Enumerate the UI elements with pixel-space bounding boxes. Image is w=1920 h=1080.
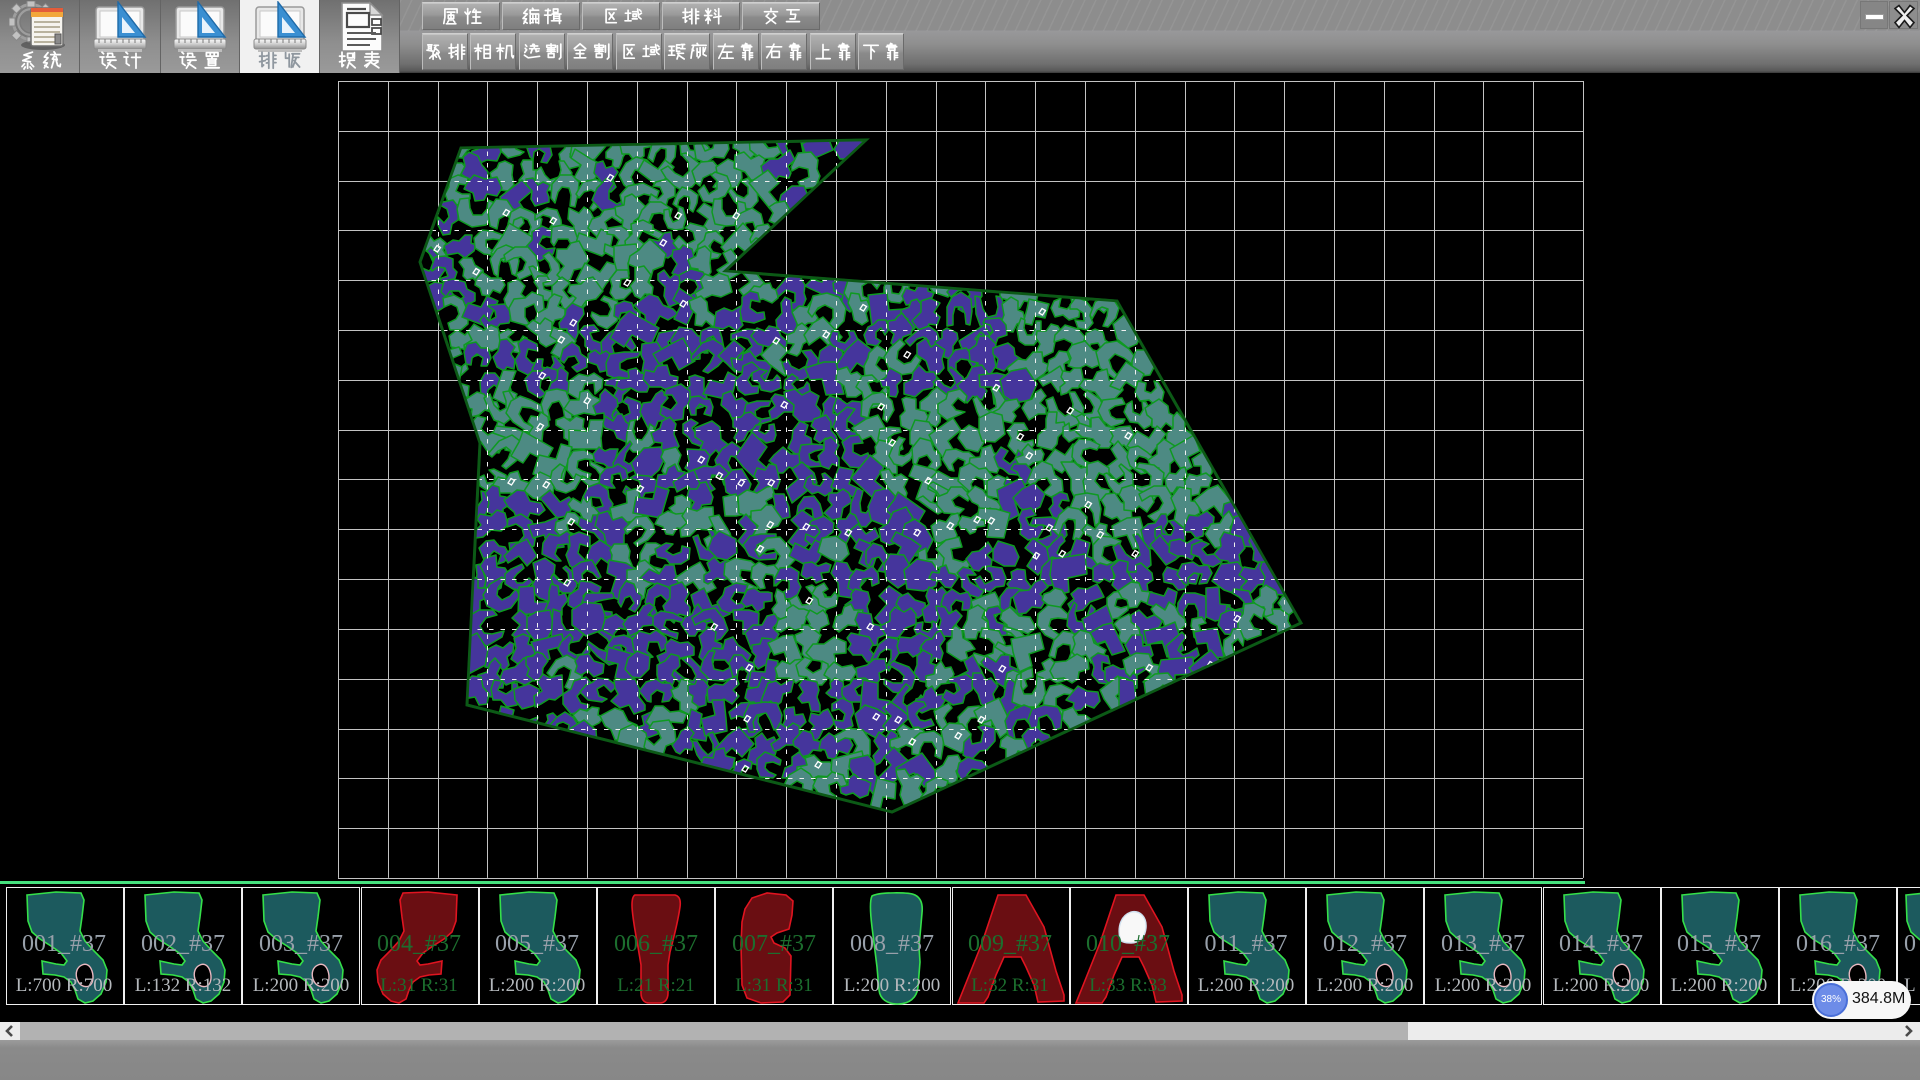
svg-text:015_#37: 015_#37 bbox=[1677, 931, 1761, 957]
svg-text:L:21 R:21: L:21 R:21 bbox=[617, 975, 695, 996]
svg-text:L:200 R:200: L:200 R:200 bbox=[253, 975, 350, 996]
svg-text:L:200 R:200: L:200 R:200 bbox=[489, 975, 586, 996]
svg-text:009_#37: 009_#37 bbox=[968, 931, 1052, 957]
svg-text:012_#37: 012_#37 bbox=[1323, 931, 1407, 957]
svg-text:L:32 R:31: L:32 R:31 bbox=[971, 975, 1049, 996]
svg-text:L:200 R:200: L:200 R:200 bbox=[1553, 975, 1650, 996]
svg-text:L:31 R:31: L:31 R:31 bbox=[735, 975, 813, 996]
svg-text:011_#37: 011_#37 bbox=[1204, 931, 1287, 957]
svg-text:L:33 R:33: L:33 R:33 bbox=[1089, 975, 1167, 996]
svg-text:010_#37: 010_#37 bbox=[1086, 931, 1170, 957]
svg-text:004_#37: 004_#37 bbox=[377, 931, 461, 957]
svg-text:L:200 R:200: L:200 R:200 bbox=[1317, 975, 1414, 996]
svg-text:008_#37: 008_#37 bbox=[850, 931, 934, 957]
svg-text:L:31 R:31: L:31 R:31 bbox=[380, 975, 458, 996]
svg-text:001_#37: 001_#37 bbox=[22, 931, 106, 957]
svg-text:014_#37: 014_#37 bbox=[1559, 931, 1643, 957]
svg-text:L:200 R:200: L:200 R:200 bbox=[1435, 975, 1532, 996]
svg-text:007_#37: 007_#37 bbox=[732, 931, 816, 957]
svg-text:002_#37: 002_#37 bbox=[141, 931, 225, 957]
svg-text:016_#37: 016_#37 bbox=[1796, 931, 1880, 957]
svg-text:003_#37: 003_#37 bbox=[259, 931, 343, 957]
svg-text:L:132 R:132: L:132 R:132 bbox=[135, 975, 232, 996]
svg-text:L:700 R:700: L:700 R:700 bbox=[16, 975, 113, 996]
svg-text:L:200 R:200: L:200 R:200 bbox=[844, 975, 941, 996]
svg-text:013_#37: 013_#37 bbox=[1441, 931, 1525, 957]
svg-text:005_#37: 005_#37 bbox=[495, 931, 579, 957]
svg-text:0: 0 bbox=[1904, 931, 1916, 957]
svg-text:006_#37: 006_#37 bbox=[614, 931, 698, 957]
svg-text:L:200 R:200: L:200 R:200 bbox=[1671, 975, 1768, 996]
svg-text:L:200 R:200: L:200 R:200 bbox=[1198, 975, 1295, 996]
